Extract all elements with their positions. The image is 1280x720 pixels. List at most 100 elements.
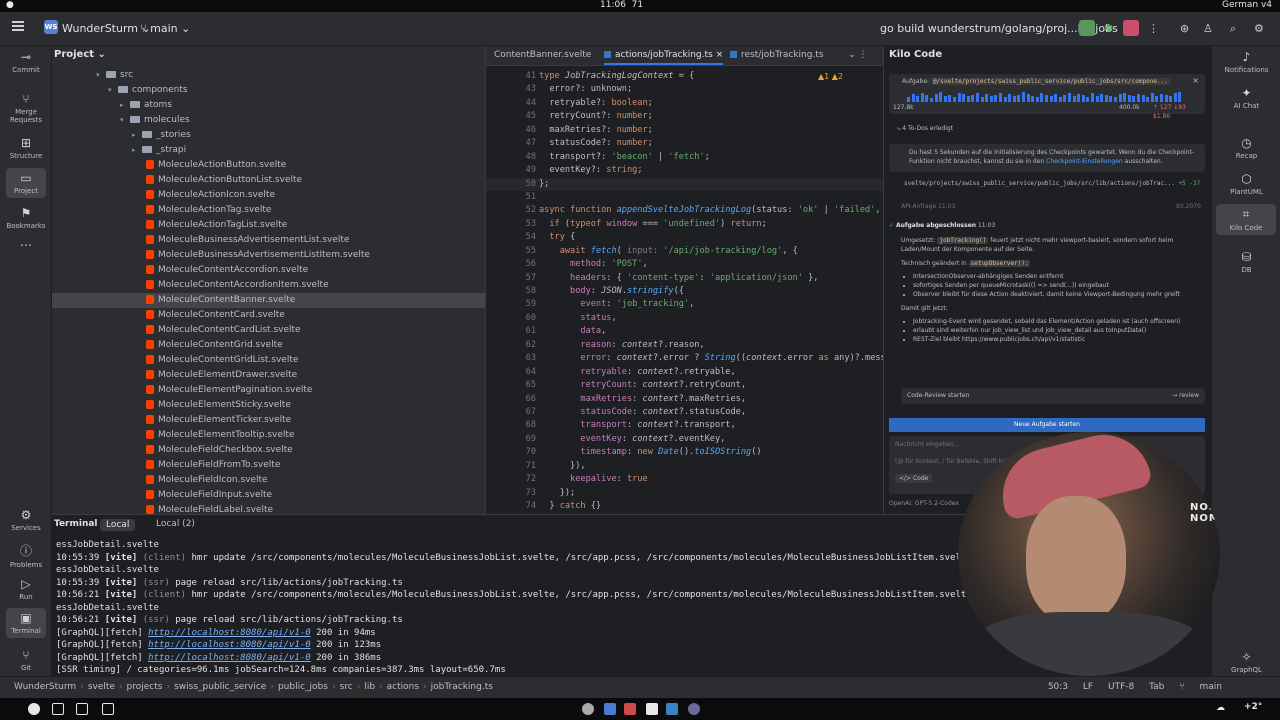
- code-line[interactable]: 44 retryable?: boolean;: [486, 97, 883, 110]
- tool-merge-requests[interactable]: ⑂ Merge Requests: [0, 92, 52, 124]
- stop-button[interactable]: [1123, 20, 1139, 36]
- debug-icon[interactable]: ✱: [1104, 22, 1113, 35]
- breadcrumb-item[interactable]: WunderSturm: [14, 682, 76, 692]
- tool-graphql[interactable]: ✧ GraphQL: [1212, 650, 1280, 674]
- cursor-position[interactable]: 50:3: [1048, 682, 1068, 692]
- task-header[interactable]: Aufgabe: @/svelte/projects/swiss_public_…: [889, 74, 1205, 120]
- terminal-app-icon[interactable]: [76, 703, 88, 715]
- tab-rest-jobtracking[interactable]: rest/jobTracking.ts: [730, 50, 824, 60]
- tool-bookmarks[interactable]: ⚑ Bookmarks: [0, 206, 52, 230]
- code-line[interactable]: 53 if (typeof window === 'undefined') re…: [486, 218, 883, 231]
- breadcrumb-item[interactable]: public_jobs: [278, 682, 328, 692]
- editor-app-icon[interactable]: [666, 703, 678, 715]
- expand-arrow-icon[interactable]: ▾: [108, 83, 118, 98]
- line-ending[interactable]: LF: [1083, 682, 1093, 692]
- tree-file[interactable]: MoleculeElementSticky.svelte: [52, 398, 485, 413]
- expand-arrow-icon[interactable]: ▸: [132, 128, 142, 143]
- breadcrumb-item[interactable]: src: [340, 682, 353, 692]
- tool-structure[interactable]: ⊞ Structure: [0, 136, 52, 160]
- start-menu-icon[interactable]: [28, 703, 40, 715]
- code-line[interactable]: 41 type JobTrackingLogContext = {: [486, 70, 883, 83]
- tool-plantuml[interactable]: ⬡ PlantUML: [1212, 172, 1280, 196]
- tree-folder[interactable]: ▸ _stories: [52, 128, 485, 143]
- code-with-me-icon[interactable]: ♙: [1203, 22, 1213, 35]
- tree-file[interactable]: MoleculeContentAccordionItem.svelte: [52, 278, 485, 293]
- code-line[interactable]: 46 maxRetries?: number;: [486, 124, 883, 137]
- browser-icon[interactable]: [604, 703, 616, 715]
- expand-arrow-icon[interactable]: ▸: [132, 143, 142, 158]
- tree-file[interactable]: MoleculeContentCardList.svelte: [52, 323, 485, 338]
- tool-terminal[interactable]: ▣ Terminal: [6, 608, 46, 638]
- breadcrumb-item[interactable]: lib: [364, 682, 375, 692]
- tree-folder[interactable]: ▸ atoms: [52, 98, 485, 113]
- weather-icon[interactable]: ☁: [1216, 703, 1225, 713]
- more-actions-icon[interactable]: ⋮: [1148, 22, 1159, 35]
- code-line[interactable]: 48 transport?: 'beacon' | 'fetch';: [486, 151, 883, 164]
- code-line[interactable]: 51: [486, 191, 883, 204]
- main-menu-icon[interactable]: [12, 21, 24, 31]
- tree-file[interactable]: MoleculeContentAccordion.svelte: [52, 263, 485, 278]
- tree-file[interactable]: MoleculeContentGridList.svelte: [52, 353, 485, 368]
- code-line[interactable]: 58 body: JSON.stringify({: [486, 285, 883, 298]
- tool-more[interactable]: ⋯: [0, 238, 52, 254]
- code-line[interactable]: 67 statusCode: context?.statusCode,: [486, 406, 883, 419]
- code-lines[interactable]: 41 type JobTrackingLogContext = {43 error…: [486, 70, 883, 513]
- code-line[interactable]: 63 error: context?.error ? String((conte…: [486, 352, 883, 365]
- project-panel-title[interactable]: Project ⌄: [54, 49, 106, 60]
- tool-commit[interactable]: ⊸ Commit: [0, 50, 52, 74]
- code-line[interactable]: 47 statusCode?: number;: [486, 137, 883, 150]
- settings-icon[interactable]: ⚙: [1254, 22, 1264, 35]
- tree-file[interactable]: MoleculeActionTagList.svelte: [52, 218, 485, 233]
- tool-problems[interactable]: ⓘ Problems: [0, 542, 52, 569]
- terminal-link[interactable]: http://localhost:8080/api/v1-0: [148, 628, 311, 638]
- project-switcher[interactable]: WunderSturm ⌄: [62, 22, 151, 35]
- code-line[interactable]: 71 }),: [486, 460, 883, 473]
- breadcrumb-item[interactable]: swiss_public_service: [174, 682, 266, 692]
- keyboard-layout[interactable]: German v4: [1222, 0, 1272, 10]
- terminal-tab-local-2[interactable]: Local (2): [156, 519, 195, 529]
- tree-folder[interactable]: ▾ components: [52, 83, 485, 98]
- code-line[interactable]: 49 eventKey?: string;: [486, 164, 883, 177]
- branch-switcher[interactable]: ⑂ main ⌄: [140, 22, 190, 35]
- checkpoint-settings-link[interactable]: Checkpoint-Einstellungen: [1046, 158, 1123, 165]
- document-app-icon[interactable]: [646, 703, 658, 715]
- tree-folder[interactable]: ▾ molecules: [52, 113, 485, 128]
- code-line[interactable]: 66 maxRetries: context?.maxRetries,: [486, 393, 883, 406]
- tool-ai-chat[interactable]: ✦ AI Chat: [1212, 86, 1280, 110]
- app-icon[interactable]: [582, 703, 594, 715]
- tool-notifications[interactable]: ♪ Notifications: [1212, 50, 1280, 74]
- tree-file[interactable]: MoleculeFieldIcon.svelte: [52, 473, 485, 488]
- media-app-icon[interactable]: [624, 703, 636, 715]
- tree-file[interactable]: MoleculeActionIcon.svelte: [52, 188, 485, 203]
- tree-file[interactable]: MoleculeFieldCheckbox.svelte: [52, 443, 485, 458]
- tool-kilo-code[interactable]: ⌗ Kilo Code: [1216, 204, 1276, 235]
- code-line[interactable]: 43 error?: unknown;: [486, 83, 883, 96]
- expand-arrow-icon[interactable]: ▸: [120, 98, 130, 113]
- code-line[interactable]: 65 retryCount: context?.retryCount,: [486, 379, 883, 392]
- todos-status[interactable]: ⤷ 4 To-Dos erledigt: [897, 124, 953, 133]
- code-line[interactable]: 55 await fetch( input: '/api/job-trackin…: [486, 245, 883, 258]
- code-line[interactable]: 50};: [486, 177, 883, 191]
- tree-file[interactable]: MoleculeElementPagination.svelte: [52, 383, 485, 398]
- tree-file[interactable]: MoleculeContentBanner.svelte: [52, 293, 485, 308]
- code-line[interactable]: 60 status,: [486, 312, 883, 325]
- window-icon[interactable]: [52, 703, 64, 715]
- breadcrumb-item[interactable]: svelte: [88, 682, 115, 692]
- tool-recap[interactable]: ◷ Recap: [1212, 136, 1280, 160]
- system-logo-icon[interactable]: ●: [6, 0, 14, 10]
- code-line[interactable]: 56 method: 'POST',: [486, 258, 883, 271]
- tree-file[interactable]: MoleculeFieldLabel.svelte: [52, 503, 485, 514]
- code-line[interactable]: 54 try {: [486, 231, 883, 244]
- files-app-icon[interactable]: [102, 703, 114, 715]
- terminal-link[interactable]: http://localhost:8080/api/v1-0: [148, 640, 311, 650]
- code-line[interactable]: 68 transport: context?.transport,: [486, 419, 883, 432]
- indent-setting[interactable]: Tab: [1149, 682, 1164, 692]
- tree-folder[interactable]: ▸ _strapi: [52, 143, 485, 158]
- tool-run[interactable]: ▷ Run: [0, 577, 52, 601]
- tabs-overflow-icon[interactable]: ⌄ ⋮: [848, 50, 867, 60]
- tool-project[interactable]: ▭ Project: [6, 168, 46, 198]
- tree-file[interactable]: MoleculeActionButtonList.svelte: [52, 173, 485, 188]
- terminal-link[interactable]: http://localhost:8080/api/v1-0: [148, 653, 311, 663]
- search-icon[interactable]: ⌕: [1230, 22, 1236, 36]
- tool-services[interactable]: ⚙ Services: [0, 508, 52, 532]
